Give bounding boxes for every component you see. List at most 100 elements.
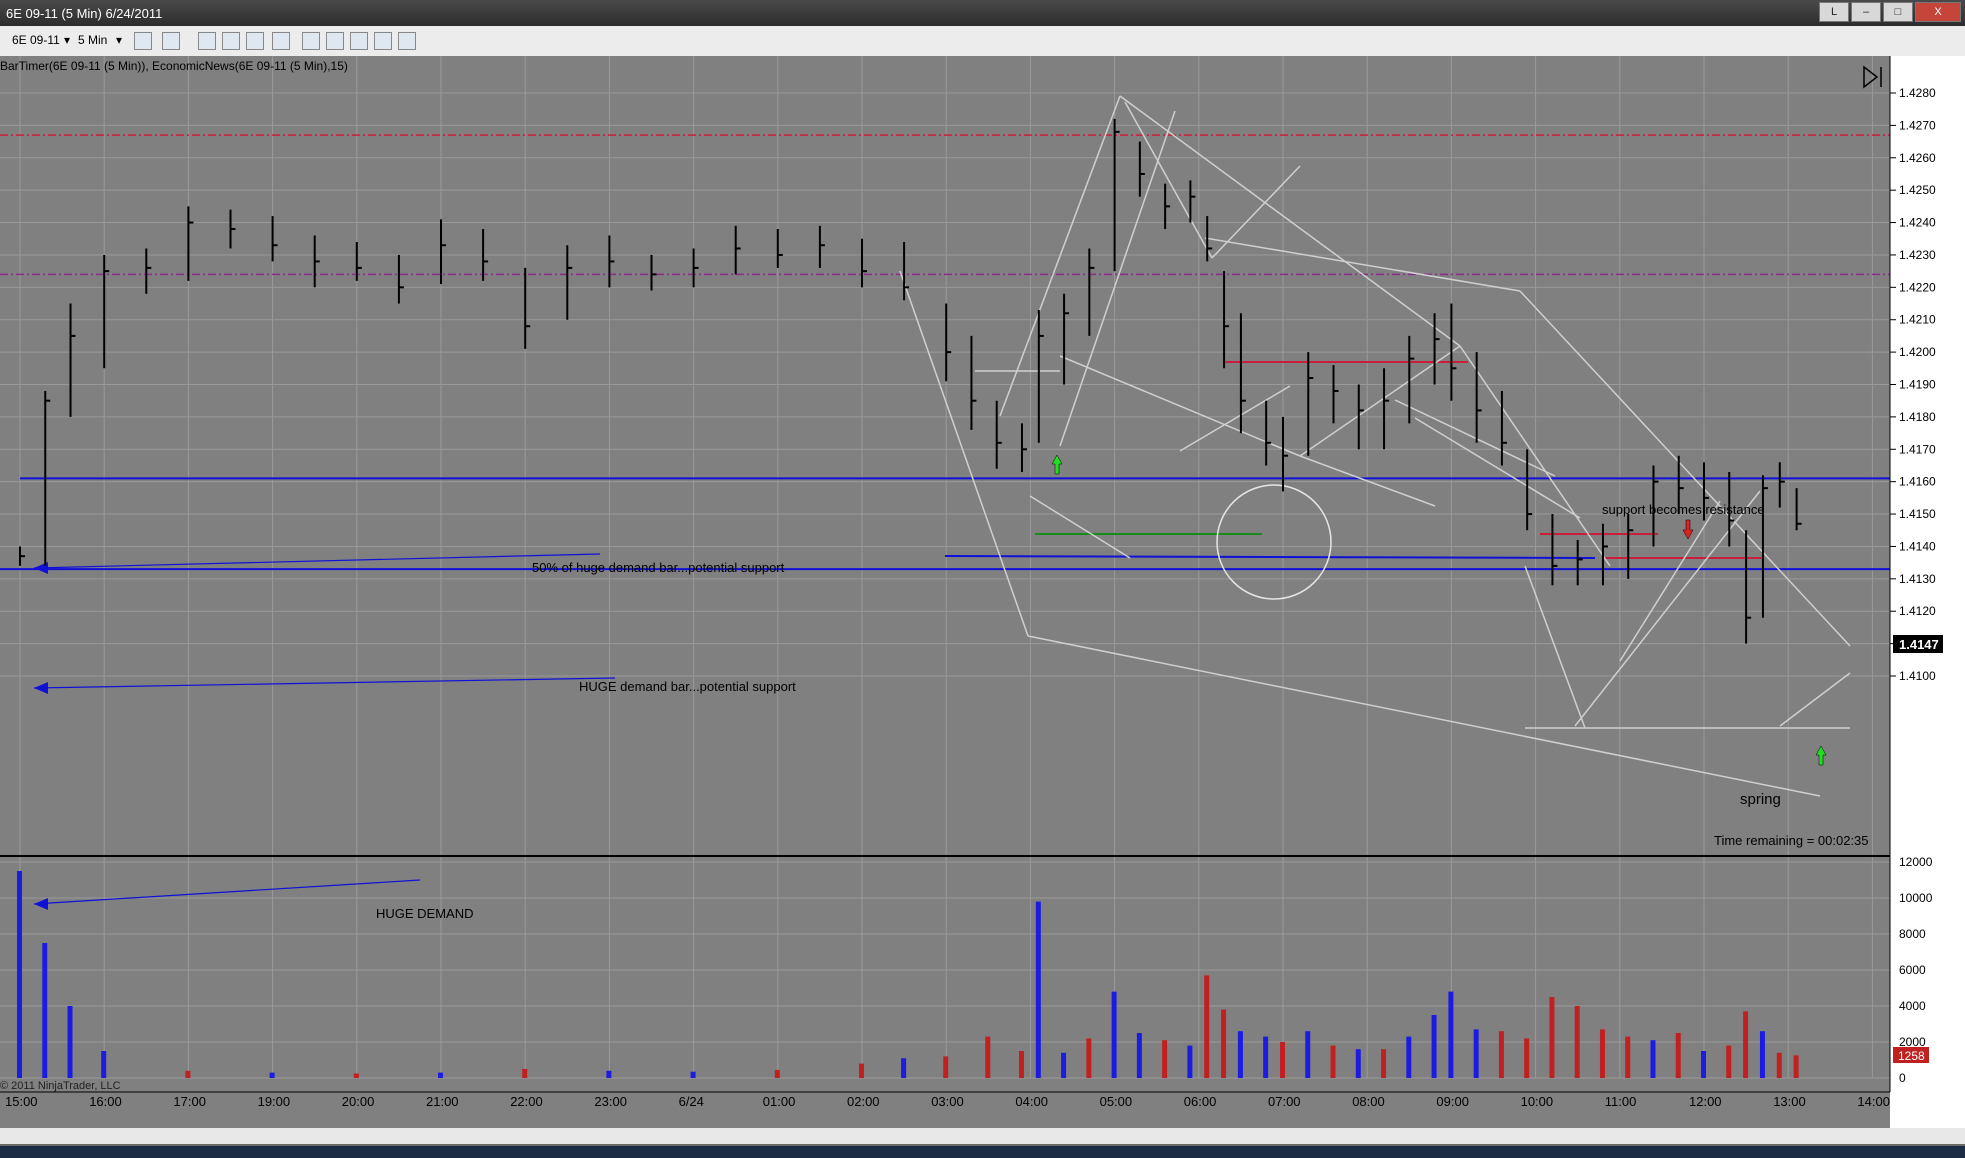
chart-background	[0, 56, 1890, 1128]
pencil-draw-icon[interactable]	[162, 32, 180, 50]
window-title: 6E 09-11 (5 Min) 6/24/2011	[6, 6, 163, 21]
chevron-down-icon[interactable]: ▾	[64, 33, 70, 47]
volume-bar	[859, 1063, 864, 1078]
time-tick-label: 22:00	[510, 1094, 543, 1109]
copyright-label: © 2011 NinjaTrader, LLC	[0, 1080, 121, 1092]
price-tick-label: 1.4250	[1899, 183, 1936, 197]
time-tick-label: 15:00	[5, 1094, 38, 1109]
volume-tick-label: 2000	[1899, 1035, 1926, 1049]
horizontal-scrollbar[interactable]	[0, 1128, 1965, 1144]
instrument-selector[interactable]: 6E 09-11	[12, 33, 60, 47]
indicator-label: BarTimer(6E 09-11 (5 Min)), EconomicNews…	[0, 59, 348, 73]
volume-bar	[1524, 1038, 1530, 1078]
volume-bar	[1701, 1051, 1706, 1078]
time-tick-label: 16:00	[89, 1094, 122, 1109]
price-tick-label: 1.4150	[1899, 507, 1936, 521]
volume-bar	[1625, 1036, 1631, 1078]
price-tick-label: 1.4280	[1899, 86, 1936, 100]
crosshair-icon[interactable]	[198, 32, 216, 50]
chevron-down-icon[interactable]: ▾	[116, 33, 122, 47]
volume-bar	[438, 1072, 443, 1078]
zoom-icon[interactable]	[272, 32, 290, 50]
annotation-huge-demand: HUGE DEMAND	[376, 906, 474, 921]
volume-bar	[1406, 1036, 1412, 1078]
volume-bar	[269, 1072, 275, 1078]
time-tick-label: 11:00	[1605, 1094, 1637, 1109]
time-tick-label: 14:00	[1857, 1094, 1890, 1109]
volume-bar	[185, 1070, 191, 1078]
volume-bar	[1263, 1036, 1269, 1078]
volume-bar	[1574, 1006, 1580, 1078]
link-button[interactable]: L	[1819, 2, 1849, 22]
time-tick-label: 09:00	[1436, 1094, 1469, 1109]
price-tick-label: 1.4270	[1899, 118, 1936, 132]
minimize-button[interactable]: –	[1851, 2, 1881, 22]
volume-bar	[353, 1073, 359, 1078]
annotation-huge-support: HUGE demand bar...potential support	[579, 679, 796, 694]
pointer-icon[interactable]	[222, 32, 240, 50]
time-tick-label: 21:00	[426, 1094, 459, 1109]
indicator-icon[interactable]	[302, 32, 320, 50]
volume-bar	[1776, 1052, 1782, 1078]
price-tick-label: 1.4140	[1899, 539, 1936, 553]
volume-bar	[1498, 1031, 1504, 1078]
time-tick-label: 02:00	[847, 1094, 880, 1109]
volume-bar	[42, 943, 48, 1078]
volume-bar	[1330, 1045, 1336, 1078]
window-controls: L – □ X	[1819, 2, 1961, 22]
time-tick-label: 19:00	[258, 1094, 291, 1109]
time-tick-label: 08:00	[1352, 1094, 1385, 1109]
volume-bar	[67, 1006, 73, 1078]
volume-bar	[1743, 1011, 1749, 1078]
price-tick-label: 1.4230	[1899, 248, 1936, 262]
volume-bar	[901, 1058, 907, 1078]
price-tick-label: 1.4160	[1899, 475, 1936, 489]
time-tick-label: 06:00	[1184, 1094, 1217, 1109]
volume-bar	[1187, 1045, 1193, 1078]
time-tick-label: 10:00	[1521, 1094, 1554, 1109]
price-tick-label: 1.4170	[1899, 442, 1936, 456]
interval-selector[interactable]: 5 Min	[78, 33, 107, 47]
price-volume-chart[interactable]: 1.4280 1.4270 1.4260 1.4250 1.4240 1.4230 1.42…	[0, 56, 1965, 1128]
data-box-icon[interactable]	[398, 32, 416, 50]
bar-style-icon[interactable]	[134, 32, 152, 50]
dollar-icon[interactable]	[374, 32, 392, 50]
price-tick-label: 1.4200	[1899, 345, 1936, 359]
price-tick-label: 1.4240	[1899, 216, 1936, 230]
time-remaining: Time remaining = 00:02:35	[1714, 833, 1869, 848]
volume-bar	[1650, 1040, 1656, 1078]
price-tick-label: 1.4100	[1899, 669, 1936, 683]
volume-bar	[1061, 1052, 1067, 1078]
time-tick-label: 6/24	[679, 1094, 704, 1109]
close-button[interactable]: X	[1915, 2, 1961, 22]
annotation-fifty-pct-support: 50% of huge demand bar...potential suppo…	[532, 560, 785, 575]
properties-icon[interactable]	[350, 32, 368, 50]
volume-bar	[1221, 1009, 1227, 1078]
volume-bar	[1599, 1029, 1605, 1078]
volume-tick-label: 12000	[1899, 855, 1933, 869]
volume-bar	[1726, 1045, 1732, 1078]
volume-bar	[985, 1036, 991, 1078]
time-tick-label: 23:00	[594, 1094, 627, 1109]
volume-bar	[1136, 1033, 1142, 1078]
volume-bar	[1237, 1031, 1243, 1078]
volume-bar	[606, 1070, 612, 1078]
time-tick-label: 13:00	[1773, 1094, 1806, 1109]
volume-bar	[690, 1071, 696, 1078]
price-tick-label: 1.4180	[1899, 410, 1936, 424]
price-tick-label: 1.4220	[1899, 280, 1936, 294]
window-titlebar: 6E 09-11 (5 Min) 6/24/2011 L – □ X	[0, 0, 1965, 26]
strategy-icon[interactable]	[326, 32, 344, 50]
volume-bar	[17, 871, 22, 1078]
volume-bar	[1086, 1038, 1092, 1078]
volume-bar	[1759, 1031, 1765, 1078]
volume-tick-label: 4000	[1899, 999, 1926, 1013]
maximize-button[interactable]: □	[1883, 2, 1913, 22]
volume-bar	[1448, 991, 1454, 1078]
time-tick-label: 07:00	[1268, 1094, 1301, 1109]
time-tick-label: 01:00	[763, 1094, 796, 1109]
time-tick-label: 03:00	[931, 1094, 964, 1109]
cursor-icon[interactable]	[246, 32, 264, 50]
volume-bar	[1381, 1049, 1387, 1078]
price-tick-label: 1.4130	[1899, 572, 1936, 586]
